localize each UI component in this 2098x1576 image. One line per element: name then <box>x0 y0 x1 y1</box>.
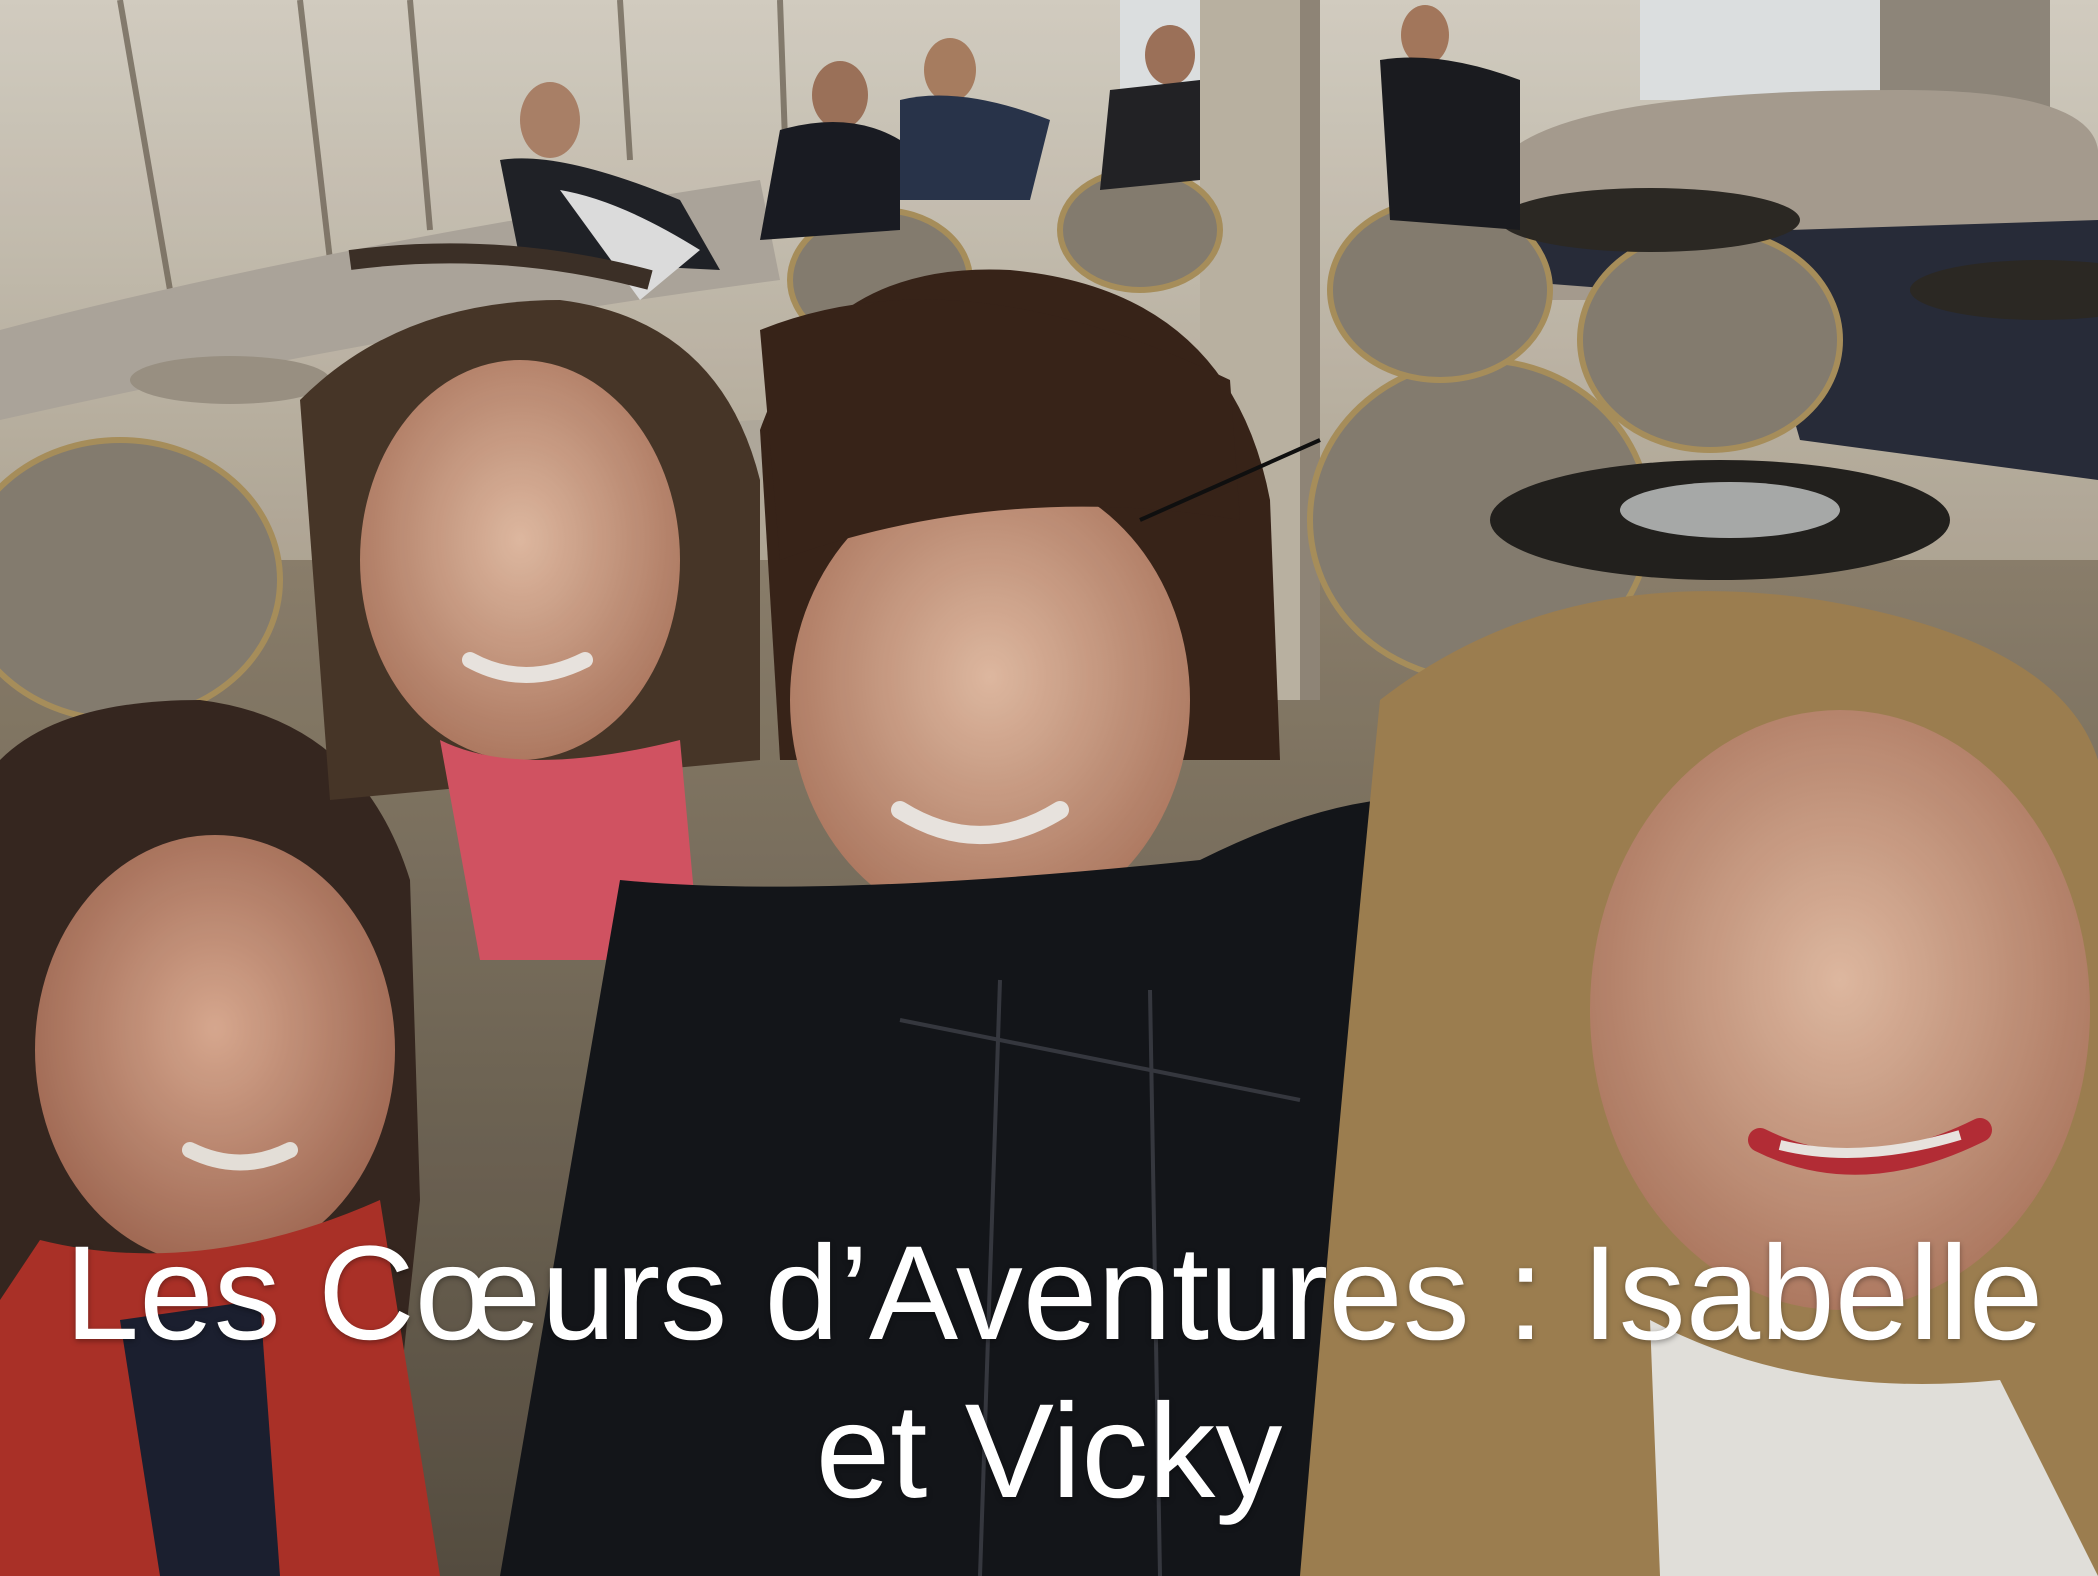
caption-line-1: Les Cœurs d’Aventures : Isabelle <box>64 1219 2044 1368</box>
photo: Les Cœurs d’Aventures : Isabelle et Vick… <box>0 0 2098 1576</box>
caption-line-2: et Vicky <box>815 1377 1283 1526</box>
photo-caption: Les Cœurs d’Aventures : Isabelle et Vick… <box>0 1215 2098 1531</box>
